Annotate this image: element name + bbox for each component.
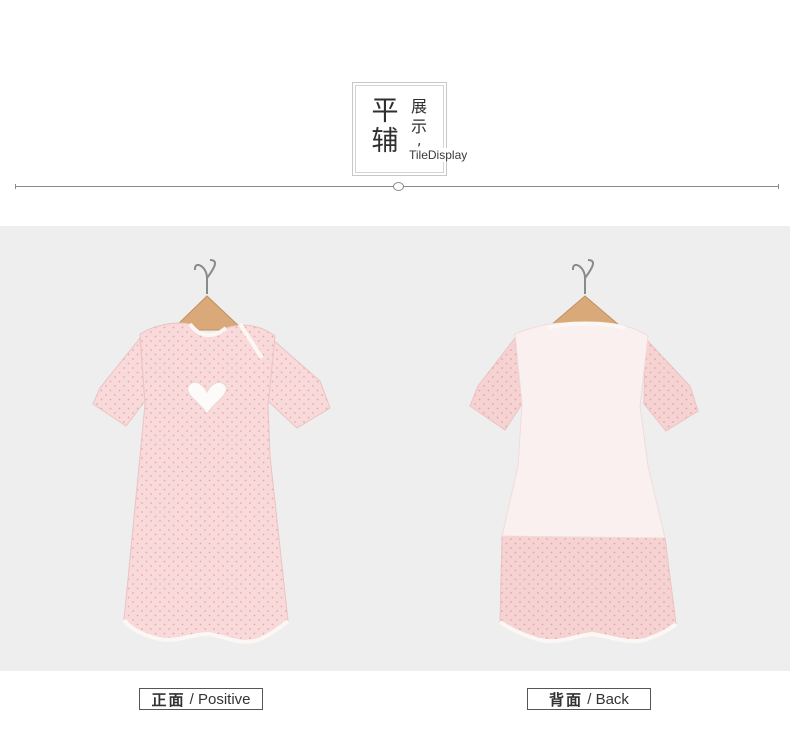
back-hanger-icon [548, 295, 622, 327]
divider-right-cap [778, 184, 779, 189]
divider-left-cap [15, 184, 16, 189]
product-photo: front back [0, 226, 790, 671]
front-left-sleeve [92, 336, 146, 427]
badge-english-label: TileDisplay [408, 148, 469, 162]
caption-front-sep: / [185, 690, 198, 708]
badge-small-char-1: 展 [410, 97, 427, 116]
badge-title-char-1: 平 [371, 96, 399, 127]
back-right-sleeve [643, 336, 699, 432]
badge-title-char-2: 辅 [371, 126, 399, 157]
back-lower-panel [499, 535, 677, 642]
back-hanger-hook-icon [572, 259, 594, 294]
front-garment: front [92, 259, 331, 644]
caption-back-sep: / [583, 690, 596, 708]
caption-back: 背面 / Back [527, 688, 651, 710]
divider-center-knot [393, 182, 404, 191]
badge-comma: , [417, 133, 422, 149]
back-upper-panel [501, 322, 666, 539]
caption-front: 正面 / Positive [139, 688, 263, 710]
front-hanger-hook-icon [194, 259, 216, 294]
caption-front-en: Positive [198, 690, 251, 708]
front-right-sleeve [267, 336, 331, 429]
back-left-sleeve [469, 336, 523, 431]
caption-back-en: Back [595, 690, 629, 708]
front-body [123, 322, 289, 643]
caption-front-zh: 正面 [151, 690, 186, 709]
caption-back-zh: 背面 [549, 690, 584, 709]
back-garment: back [469, 259, 699, 644]
